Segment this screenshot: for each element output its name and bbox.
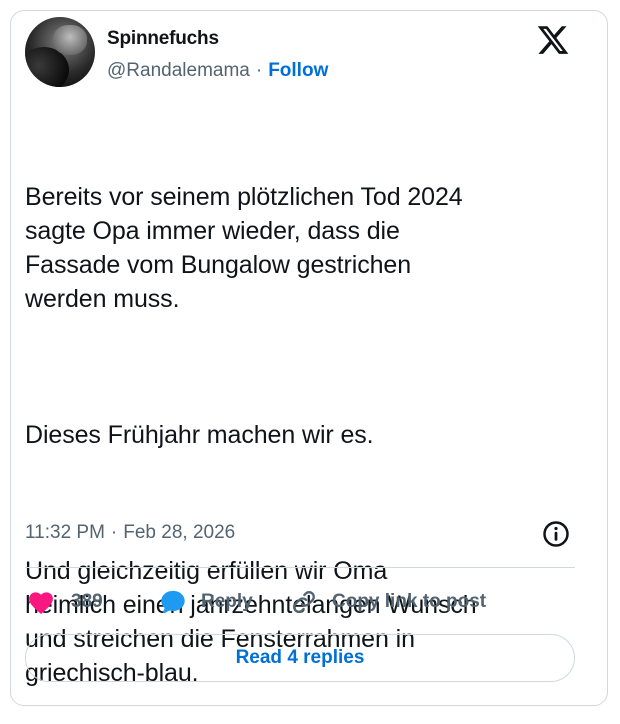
tweet-date: Feb 28, 2026 [123, 522, 236, 543]
action-bar: 389 Reply Copy link to post [25, 582, 585, 622]
info-icon[interactable] [541, 519, 571, 549]
tweet-paragraph: Dieses Frühjahr machen wir es. [25, 421, 374, 449]
reply-button[interactable]: Reply [159, 582, 253, 622]
author-handle[interactable]: @Randalemama [107, 60, 250, 81]
heart-icon [29, 592, 53, 615]
tweet-text: Bereits vor seinem plötzlichen Tod 2024 … [25, 112, 585, 724]
link-icon [293, 591, 315, 613]
author-handle-row: @Randalemama · Follow [107, 60, 328, 82]
author-name[interactable]: Spinnefuchs [107, 28, 219, 50]
read-replies-button[interactable]: Read 4 replies [25, 634, 575, 682]
copy-link-button[interactable]: Copy link to post [290, 582, 486, 622]
like-button[interactable]: 389 [27, 582, 103, 622]
tweet-timestamp-link[interactable]: 11:32 PM · Feb 28, 2026 [25, 522, 235, 544]
reply-label: Reply [201, 591, 253, 612]
x-logo-icon[interactable] [535, 23, 571, 57]
divider [25, 567, 575, 568]
speech-bubble-icon [161, 590, 185, 614]
tweet-paragraph: Bereits vor seinem plötzlichen Tod 2024 … [25, 183, 463, 313]
separator-dot: · [255, 60, 263, 81]
like-count: 389 [71, 591, 103, 612]
separator-dot: · [110, 522, 118, 543]
copy-link-label: Copy link to post [332, 591, 487, 612]
follow-button[interactable]: Follow [268, 60, 328, 81]
avatar-face-shape [53, 25, 87, 55]
avatar[interactable] [25, 17, 95, 87]
tweet-time: 11:32 PM [25, 522, 105, 543]
